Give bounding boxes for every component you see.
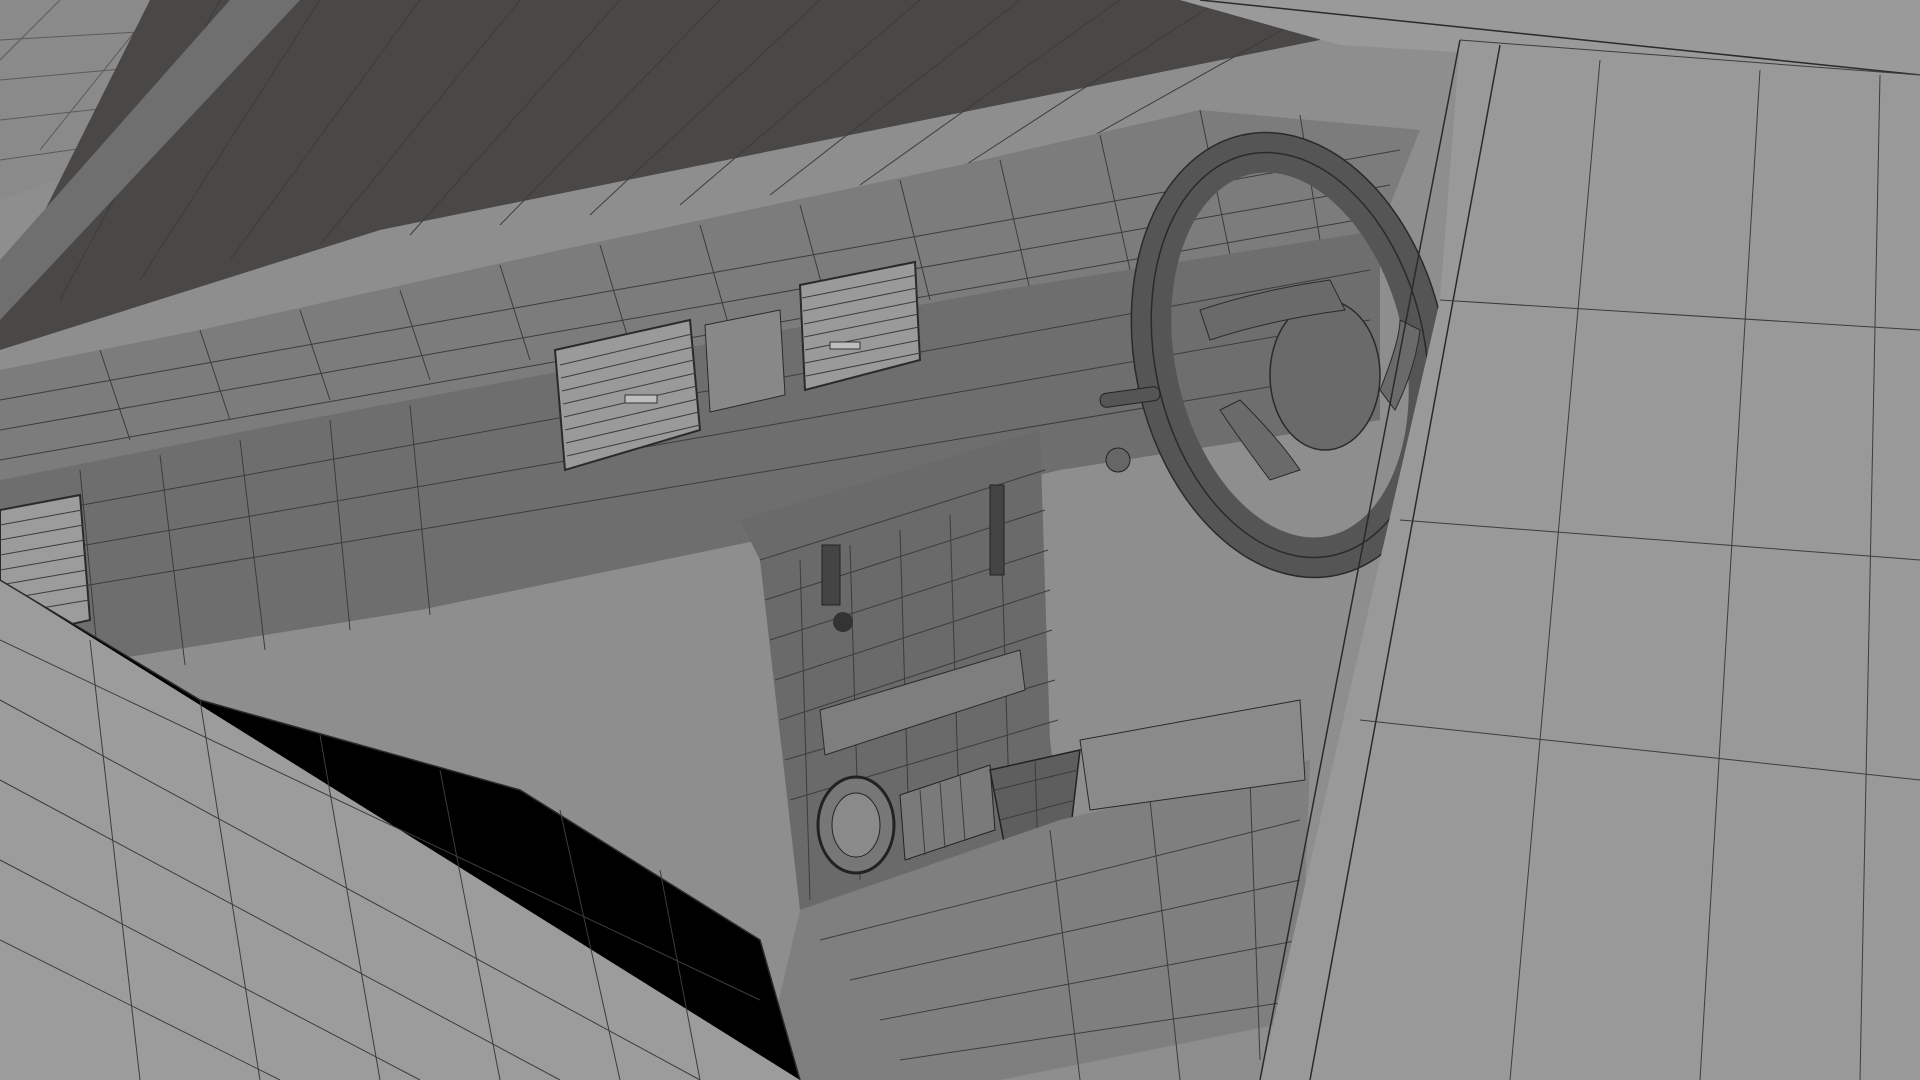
logo-icon (833, 612, 853, 632)
car-interior-render (0, 0, 1920, 1080)
switch-icon (821, 544, 841, 606)
knob-icon (1105, 447, 1131, 473)
vent-tab-icon (829, 341, 861, 350)
3d-viewport[interactable] (0, 0, 1920, 1080)
vent-center-divider (704, 309, 786, 413)
vent-tab-icon (624, 394, 658, 404)
switch-icon (989, 484, 1005, 576)
steering-hub (1269, 299, 1381, 451)
